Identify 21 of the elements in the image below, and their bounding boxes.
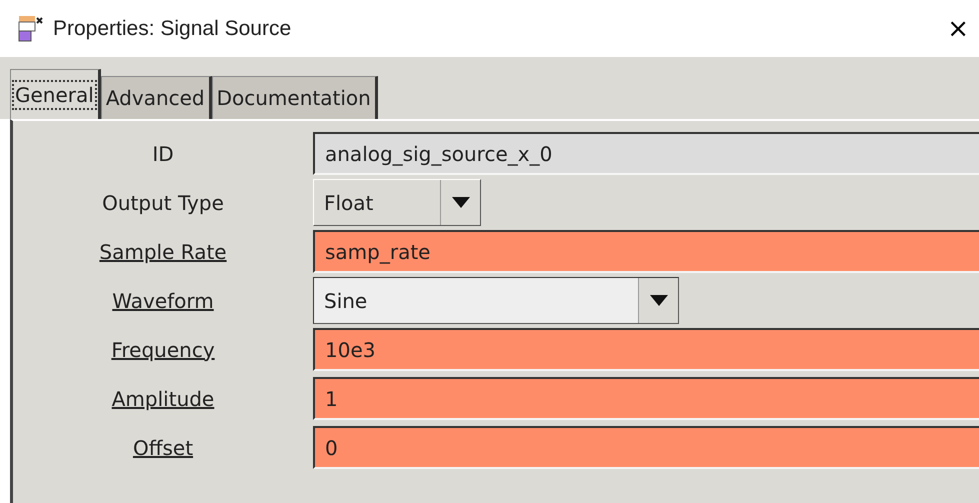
input-field[interactable]: samp_rate xyxy=(313,230,979,273)
tab[interactable]: Advanced xyxy=(100,76,212,119)
field-label: Frequency xyxy=(110,336,216,364)
input-field[interactable]: 0 xyxy=(313,426,979,469)
caret-icon xyxy=(650,295,668,306)
dropdown[interactable]: Sine xyxy=(313,277,679,324)
dropdown[interactable]: Float xyxy=(313,179,481,226)
close-button[interactable]: × xyxy=(943,16,973,42)
input-field[interactable]: 10e3 xyxy=(313,328,979,371)
field-label: Output Type xyxy=(101,190,225,216)
field-label: ID xyxy=(151,140,175,168)
tab[interactable]: Documentation xyxy=(212,76,378,119)
input-field[interactable]: 1 xyxy=(313,377,979,420)
tab[interactable]: General xyxy=(10,69,101,119)
caret-icon xyxy=(452,197,470,208)
field-label: Offset xyxy=(132,434,194,462)
field-label: Sample Rate xyxy=(98,238,228,266)
field-label: Amplitude xyxy=(110,386,216,412)
input-field[interactable]: analog_sig_source_x_0 xyxy=(313,132,979,175)
field-label: Waveform xyxy=(111,288,215,314)
window-title: Properties: Signal Source xyxy=(53,16,292,42)
